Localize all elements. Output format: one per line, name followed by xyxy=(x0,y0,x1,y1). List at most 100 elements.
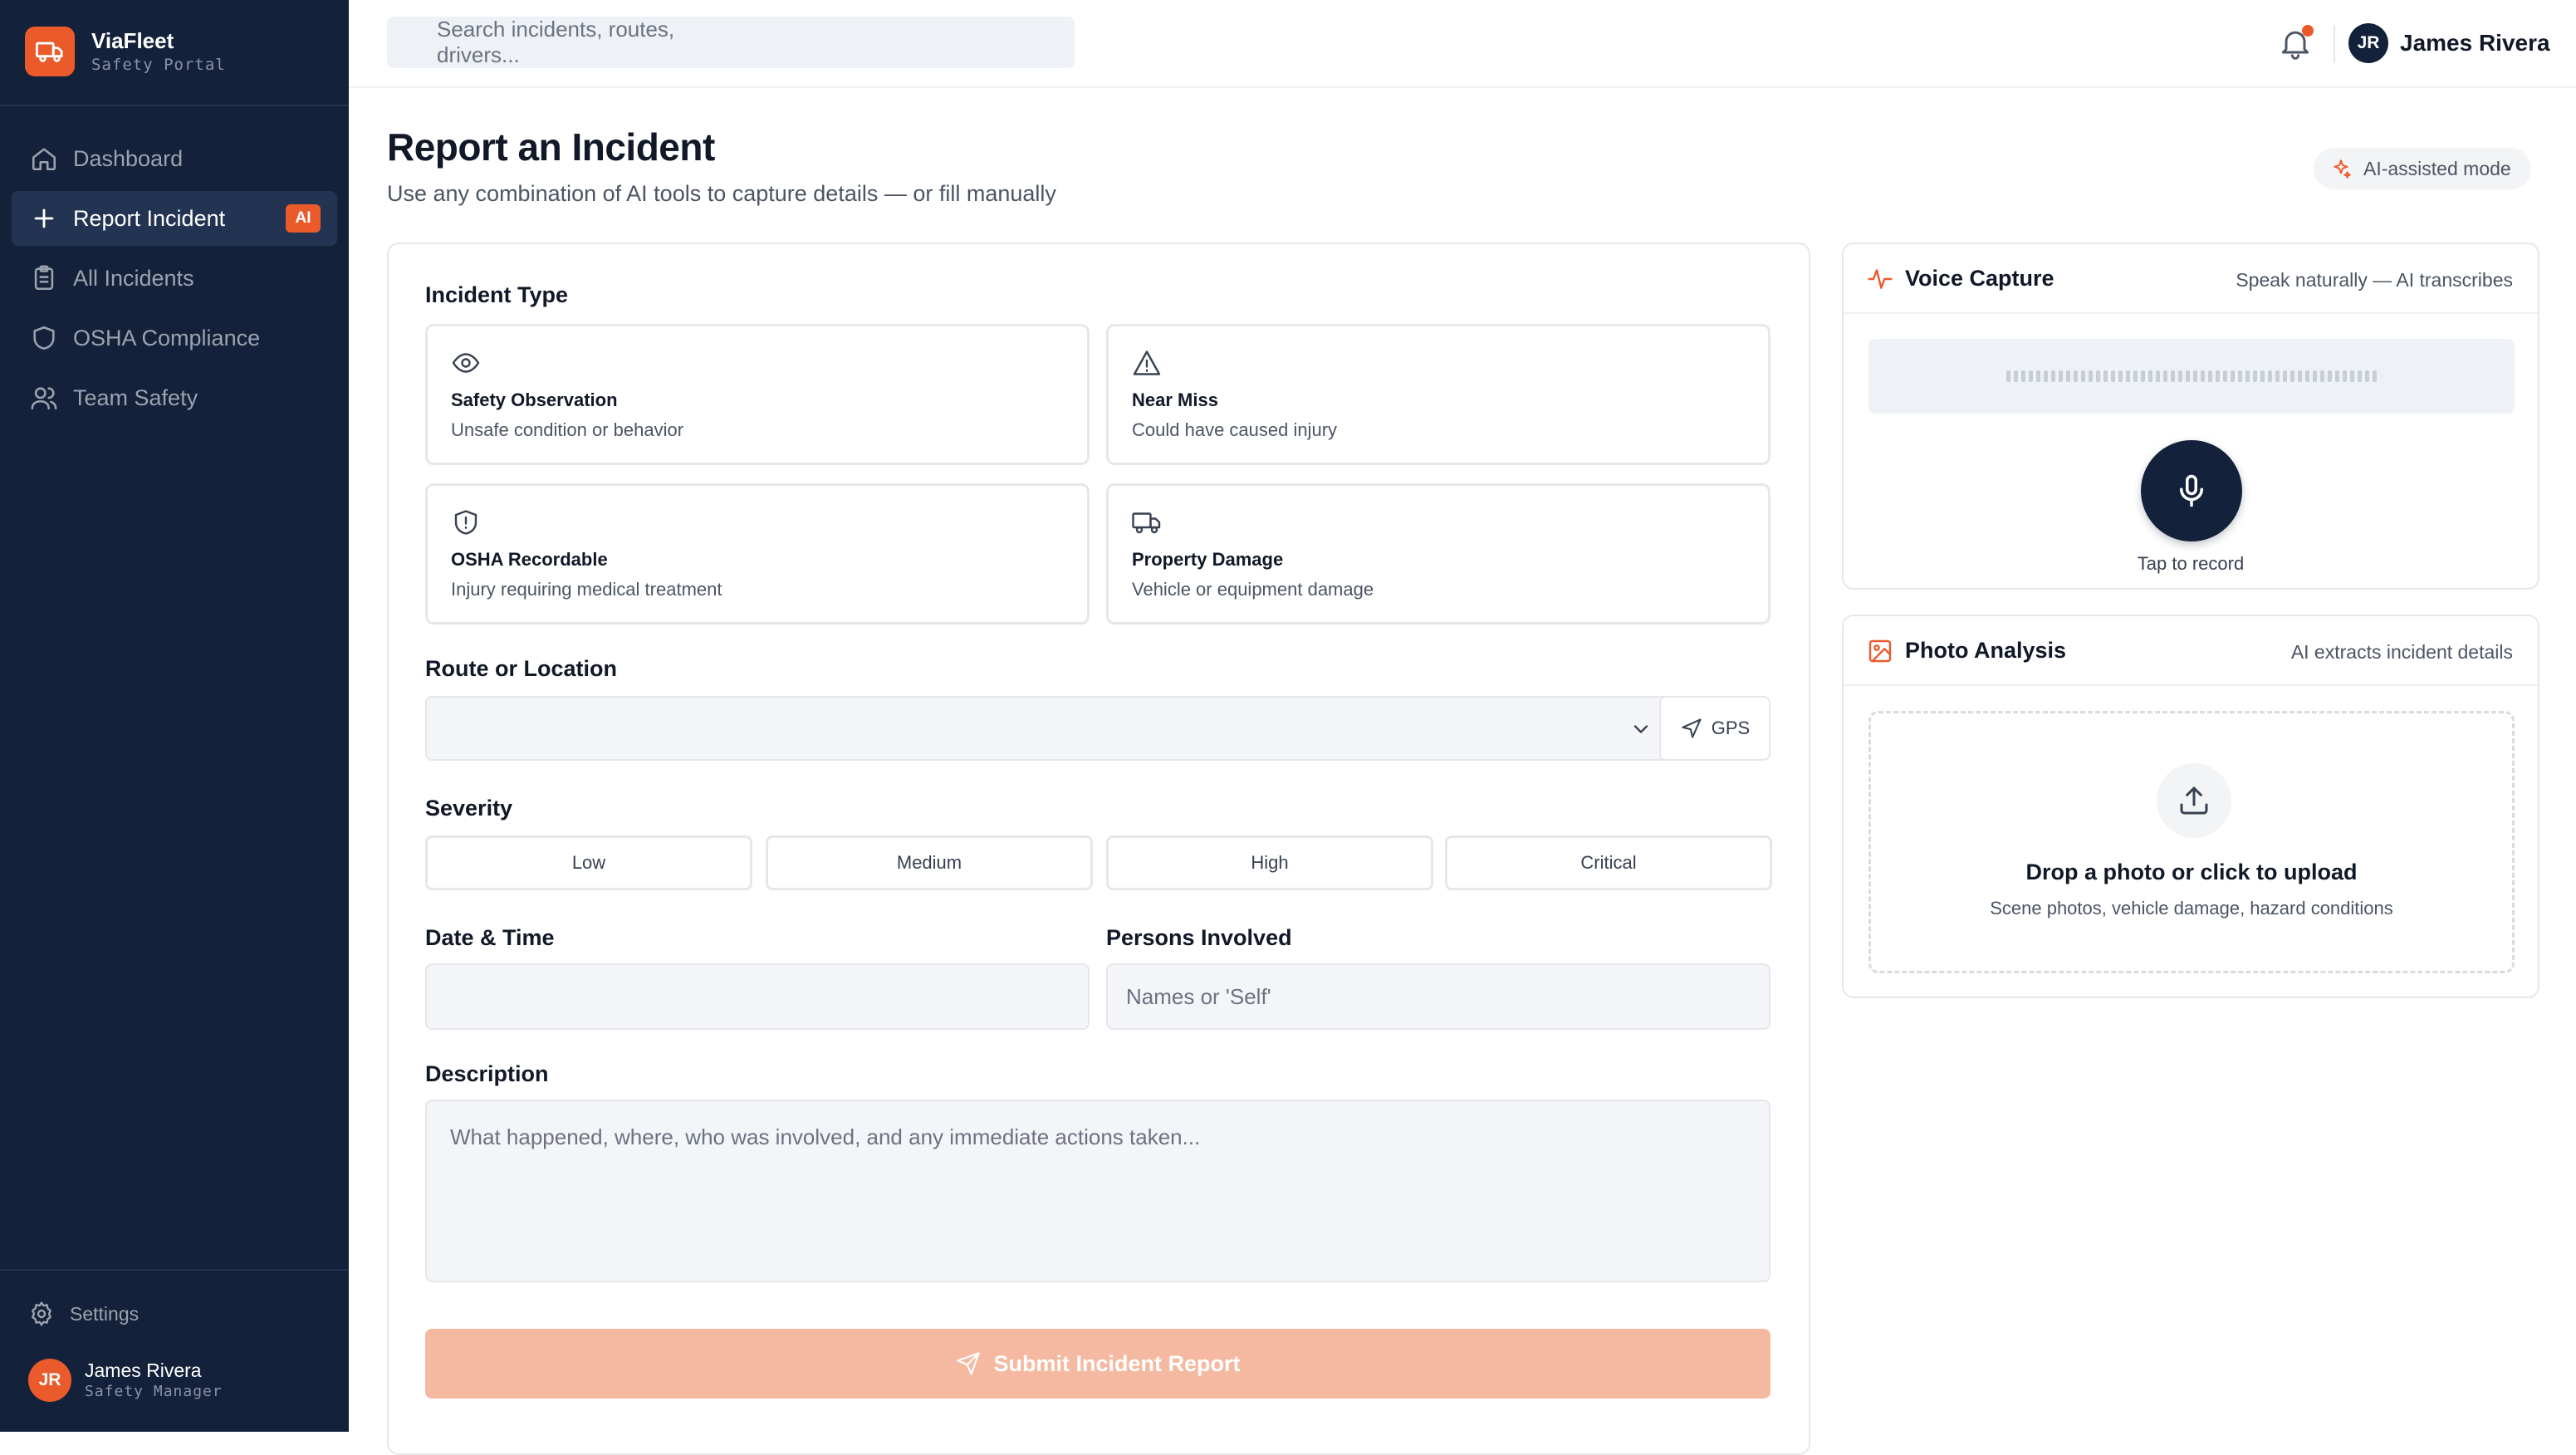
send-icon xyxy=(956,1352,980,1375)
ai-badge: AI xyxy=(286,204,321,233)
voice-capture-panel: Voice Capture Speak naturally — AI trans… xyxy=(1842,242,2539,590)
upload-icon-wrap xyxy=(2157,763,2231,838)
type-title: OSHA Recordable xyxy=(451,549,608,570)
persons-placeholder: Names or 'Self' xyxy=(1126,983,1271,1009)
upload-icon xyxy=(2180,786,2208,815)
description-label: Description xyxy=(425,1061,549,1086)
route-label: Route or Location xyxy=(425,656,617,681)
sidebar-item-all-incidents[interactable]: All Incidents xyxy=(12,251,337,306)
datetime-input[interactable] xyxy=(425,963,1090,1030)
type-desc: Vehicle or equipment damage xyxy=(1132,579,1374,600)
sparkle-icon xyxy=(2334,159,2351,179)
avatar: JR xyxy=(2348,23,2388,63)
sidebar-item-osha-compliance[interactable]: OSHA Compliance xyxy=(12,311,337,365)
description-textarea[interactable]: What happened, where, who was involved, … xyxy=(425,1100,1770,1282)
severity-critical[interactable]: Critical xyxy=(1445,835,1772,890)
truck-icon xyxy=(1132,512,1161,534)
submit-button[interactable]: Submit Incident Report xyxy=(425,1329,1770,1399)
topbar: Search incidents, routes, drivers... JR … xyxy=(349,0,2576,88)
user-menu[interactable]: JR James Rivera xyxy=(2348,23,2550,63)
plus-icon xyxy=(34,208,54,228)
datetime-label: Date & Time xyxy=(425,925,555,950)
ai-mode-toggle[interactable]: AI-assisted mode xyxy=(2314,148,2531,189)
sidebar-item-label: Report Incident xyxy=(73,205,226,231)
shield-alert-icon xyxy=(454,510,477,535)
type-near-miss[interactable]: Near Miss Could have caused injury xyxy=(1106,324,1770,465)
shield-icon xyxy=(33,326,55,350)
type-title: Property Damage xyxy=(1132,549,1284,570)
clipboard-icon xyxy=(34,265,54,291)
severity-medium[interactable]: Medium xyxy=(766,835,1093,890)
sidebar-divider xyxy=(0,1269,349,1271)
ai-mode-label: AI-assisted mode xyxy=(2363,157,2511,179)
page-subtitle: Use any combination of AI tools to captu… xyxy=(387,181,1056,206)
severity-low[interactable]: Low xyxy=(425,835,752,890)
topbar-divider xyxy=(2334,25,2335,63)
search-placeholder: Search incidents, routes, drivers... xyxy=(437,17,675,67)
submit-label: Submit Incident Report xyxy=(993,1350,1241,1376)
user-role: Safety Manager xyxy=(85,1383,223,1400)
audio-waveform xyxy=(1868,339,2515,414)
persons-label: Persons Involved xyxy=(1106,925,1292,950)
persons-input[interactable]: Names or 'Self' xyxy=(1106,963,1770,1030)
sidebar-nav: Dashboard Report Incident AI All Inciden… xyxy=(12,131,337,430)
panel-title: Voice Capture xyxy=(1905,266,2054,291)
type-desc: Unsafe condition or behavior xyxy=(451,419,684,440)
warning-icon xyxy=(1133,350,1161,375)
panel-hint: AI extracts incident details xyxy=(2290,641,2513,663)
chevron-down-icon xyxy=(1633,725,1648,733)
user-name: James Rivera xyxy=(2400,30,2550,56)
sidebar-item-label: Dashboard xyxy=(73,145,184,171)
type-osha-recordable[interactable]: OSHA Recordable Injury requiring medical… xyxy=(425,483,1090,625)
record-label: Tap to record xyxy=(2137,553,2245,574)
sidebar: ViaFleet Safety Portal Dashboard Report … xyxy=(0,0,349,1432)
microphone-icon xyxy=(2180,474,2203,507)
type-safety-observation[interactable]: Safety Observation Unsafe condition or b… xyxy=(425,324,1090,465)
sidebar-item-dashboard[interactable]: Dashboard xyxy=(12,131,337,186)
type-desc: Could have caused injury xyxy=(1132,419,1338,440)
notification-dot xyxy=(2302,25,2314,37)
panel-header: Photo Analysis AI extracts incident deta… xyxy=(1844,616,2538,686)
image-icon xyxy=(1868,639,1892,663)
navigation-icon xyxy=(1682,718,1702,738)
sidebar-item-team-safety[interactable]: Team Safety xyxy=(12,370,337,425)
severity-label: Severity xyxy=(425,796,513,821)
type-desc: Injury requiring medical treatment xyxy=(451,579,722,600)
route-select[interactable] xyxy=(425,696,1672,761)
settings-label: Settings xyxy=(70,1302,140,1325)
brand-name: ViaFleet xyxy=(91,28,174,53)
panel-title: Photo Analysis xyxy=(1905,638,2067,663)
type-title: Safety Observation xyxy=(451,389,618,410)
type-property-damage[interactable]: Property Damage Vehicle or equipment dam… xyxy=(1106,483,1770,625)
waveform-bars xyxy=(2005,370,2378,382)
severity-high[interactable]: High xyxy=(1106,835,1433,890)
eye-icon xyxy=(452,353,480,373)
sidebar-item-label: All Incidents xyxy=(73,265,194,291)
page-title: Report an Incident xyxy=(387,125,715,169)
dropzone-subtitle: Scene photos, vehicle damage, hazard con… xyxy=(1990,898,2393,919)
gps-button[interactable]: GPS xyxy=(1659,696,1770,761)
user-name: James Rivera xyxy=(85,1359,202,1381)
gear-icon xyxy=(32,1301,51,1326)
type-title: Near Miss xyxy=(1132,389,1218,410)
photo-dropzone[interactable]: Drop a photo or click to upload Scene ph… xyxy=(1868,711,2515,973)
photo-analysis-panel: Photo Analysis AI extracts incident deta… xyxy=(1842,615,2539,998)
users-icon xyxy=(31,387,57,410)
truck-logo-icon xyxy=(25,27,75,76)
gps-label: GPS xyxy=(1711,718,1751,738)
sidebar-divider xyxy=(0,105,349,106)
panel-hint: Speak naturally — AI transcribes xyxy=(2236,269,2513,291)
brand[interactable]: ViaFleet Safety Portal xyxy=(25,27,226,76)
incident-form: Incident Type Safety Observation Unsafe … xyxy=(387,242,1810,1455)
search-input[interactable]: Search incidents, routes, drivers... xyxy=(387,17,1075,68)
sidebar-user[interactable]: JR James Rivera Safety Manager xyxy=(28,1359,223,1402)
home-icon xyxy=(32,148,56,171)
sidebar-item-report-incident[interactable]: Report Incident AI xyxy=(12,191,337,246)
dropzone-title: Drop a photo or click to upload xyxy=(2025,860,2358,884)
sidebar-item-label: OSHA Compliance xyxy=(73,325,261,350)
incident-type-label: Incident Type xyxy=(425,282,569,307)
waveform-icon xyxy=(1868,269,1893,289)
settings-link[interactable]: Settings xyxy=(28,1301,139,1327)
description-placeholder: What happened, where, who was involved, … xyxy=(450,1124,1201,1149)
record-button[interactable] xyxy=(2141,440,2242,541)
